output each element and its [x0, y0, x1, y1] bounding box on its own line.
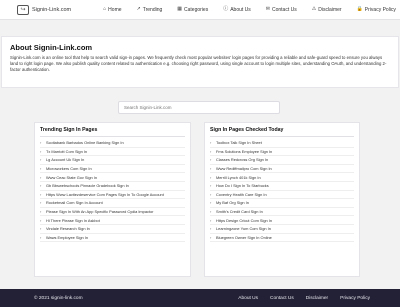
list-item-label: Waws Employee Sign In: [46, 234, 89, 240]
list-item[interactable]: › Www Rediffmailpro Com Sign In: [210, 165, 354, 174]
list-item-label: Please Sign In With An App Specific Pass…: [46, 209, 154, 215]
list-item[interactable]: › Learningzone Yum Com Sign In: [210, 225, 354, 234]
nav-privacy[interactable]: 🔒 Privacy Policy: [357, 7, 396, 13]
list-item-label: Gb Bbswebschools Pinnacle Gradebook Sign…: [46, 183, 129, 189]
nav-contact-label: Contact Us: [272, 6, 297, 13]
nav-home-label: Home: [108, 6, 122, 13]
footer-copyright: © 2021 signin-link.com: [34, 295, 83, 301]
list-item[interactable]: › Classes Redcross Org Sign In: [210, 156, 354, 165]
nav-disclaimer[interactable]: ⚠ Disclaimer: [312, 7, 342, 13]
footer-links: About Us Contact Us Disclaimer Privacy P…: [226, 296, 370, 301]
mail-icon: ✉: [265, 6, 270, 12]
nav-about-label: About Us: [230, 6, 251, 13]
about-card: About Signin-Link.com Signin-Link.com is…: [1, 36, 399, 88]
lock-icon: 🔒: [356, 6, 363, 12]
nav-categories[interactable]: ▦ Categories: [177, 7, 208, 13]
info-icon: ⓘ: [223, 6, 229, 12]
about-title: About Signin-Link.com: [10, 43, 93, 52]
list-item-label: Vindale Research Sign In: [46, 226, 90, 232]
nav-trending[interactable]: ↗ Trending: [137, 7, 163, 13]
checked-today-list: › Toolbox Talk Sign In Sheet › Fms Solutio…: [210, 139, 354, 243]
list-item-label: Https Design Cricut Com Sign In: [216, 217, 273, 223]
list-item[interactable]: › Fms Solutions Employee Sign In: [210, 148, 354, 157]
list-item[interactable]: › Lg Account Uk Sign In: [40, 156, 185, 165]
list-item[interactable]: › Rocketmail Com Sign In Account: [40, 199, 185, 208]
trending-icon: ↗: [136, 6, 141, 12]
about-text: Signin-Link.com is an online tool that h…: [10, 55, 387, 72]
footer: © 2021 signin-link.com About Us Contact …: [0, 289, 400, 307]
list-item-label: Bluegreen Owner Sign In Online: [216, 234, 272, 240]
list-item-label: Smith's Credit Card Sign In: [216, 209, 263, 215]
list-item-label: Fms Solutions Employee Sign In: [216, 148, 273, 154]
top-navbar: ↪ Signin-Link.com ⌂ Home ↗ Trending ▦ Ca…: [0, 0, 400, 20]
list-item-label: Tx Marriott Com Sign In: [46, 148, 88, 154]
list-item-label: Toolbox Talk Sign In Sheet: [216, 140, 262, 146]
main-nav: ⌂ Home ↗ Trending ▦ Categories ⓘ About U…: [103, 7, 396, 13]
home-icon: ⌂: [103, 6, 107, 12]
list-item[interactable]: › Gb Bbswebschools Pinnacle Gradebook Sig…: [40, 182, 185, 191]
warning-icon: ⚠: [311, 6, 317, 12]
list-item[interactable]: › Waws Employee Sign In: [40, 234, 185, 243]
list-item[interactable]: › Https Design Cricut Com Sign In: [210, 216, 354, 225]
footer-link-privacy[interactable]: Privacy Policy: [340, 296, 370, 301]
nav-categories-label: Categories: [184, 6, 209, 13]
footer-link-about[interactable]: About Us: [238, 296, 258, 301]
list-item-label: Microworkers Com Sign In: [46, 166, 92, 172]
list-item[interactable]: › Https Www Lavitezdeservice Com Pages Si…: [40, 191, 185, 200]
list-item[interactable]: › Toolbox Talk Sign In Sheet: [210, 139, 354, 148]
list-item-label: Merrill Lynch 401k Sign In: [216, 174, 261, 180]
list-item[interactable]: › Smith's Credit Card Sign In: [210, 208, 354, 217]
list-item[interactable]: › Vindale Research Sign In: [40, 225, 185, 234]
list-item[interactable]: › How Do I Sign In To Starbucks: [210, 182, 354, 191]
trending-title: Trending Sign In Pages: [40, 127, 185, 137]
list-item-label: Learningzone Yum Com Sign In: [216, 226, 271, 232]
list-item[interactable]: › Hi There Please Sign In Askbot: [40, 216, 185, 225]
list-item-label: My Baf Org Sign In: [216, 200, 249, 206]
list-item-label: Www Ceac State Gov Sign In: [46, 174, 98, 180]
list-item-label: How Do I Sign In To Starbucks: [216, 183, 269, 189]
nav-contact[interactable]: ✉ Contact Us: [266, 7, 297, 13]
list-item[interactable]: › Tx Marriott Com Sign In: [40, 148, 185, 157]
categories-icon: ▦: [177, 6, 183, 12]
nav-disclaimer-label: Disclaimer: [318, 6, 342, 13]
list-item-label: Https Www Lavitezdeservice Com Pages Sig…: [46, 191, 164, 197]
checked-today-title: Sign In Pages Checked Today: [210, 127, 354, 137]
site-logo-text: Signin-Link.com: [32, 6, 72, 13]
search-input[interactable]: [118, 101, 280, 114]
list-item-label: Www Rediffmailpro Com Sign In: [216, 166, 272, 172]
list-item-label: Scotiabank Barbados Online Banking Sign …: [46, 140, 124, 146]
list-item-label: Classes Redcross Org Sign In: [216, 157, 269, 163]
sign-in-box-icon: ↪: [17, 4, 29, 15]
list-item[interactable]: › Coventry Health Care Sign In: [210, 191, 354, 200]
footer-link-disclaimer[interactable]: Disclaimer: [306, 296, 328, 301]
checked-today-panel: Sign In Pages Checked Today › Toolbox Tal…: [204, 122, 360, 277]
trending-list: › Scotiabank Barbados Online Banking Sign…: [40, 139, 185, 243]
list-item[interactable]: › Scotiabank Barbados Online Banking Sign…: [40, 139, 185, 148]
list-item[interactable]: › My Baf Org Sign In: [210, 199, 354, 208]
nav-about[interactable]: ⓘ About Us: [223, 7, 251, 13]
list-item-label: Rocketmail Com Sign In Account: [46, 200, 103, 206]
list-item[interactable]: › Microworkers Com Sign In: [40, 165, 185, 174]
site-logo[interactable]: ↪ Signin-Link.com: [17, 4, 72, 15]
list-item[interactable]: › Bluegreen Owner Sign In Online: [210, 234, 354, 243]
list-item-label: Hi There Please Sign In Askbot: [46, 217, 100, 223]
nav-privacy-label: Privacy Policy: [364, 6, 396, 13]
list-item[interactable]: › Please Sign In With An App Specific Pas…: [40, 208, 185, 217]
list-item-label: Lg Account Uk Sign In: [46, 157, 85, 163]
list-item[interactable]: › Merrill Lynch 401k Sign In: [210, 173, 354, 182]
list-item-label: Coventry Health Care Sign In: [216, 191, 267, 197]
trending-panel: Trending Sign In Pages › Scotiabank Barba…: [34, 122, 191, 277]
footer-link-contact[interactable]: Contact Us: [270, 296, 294, 301]
list-item[interactable]: › Www Ceac State Gov Sign In: [40, 173, 185, 182]
nav-trending-label: Trending: [142, 6, 163, 13]
nav-home[interactable]: ⌂ Home: [103, 7, 121, 13]
